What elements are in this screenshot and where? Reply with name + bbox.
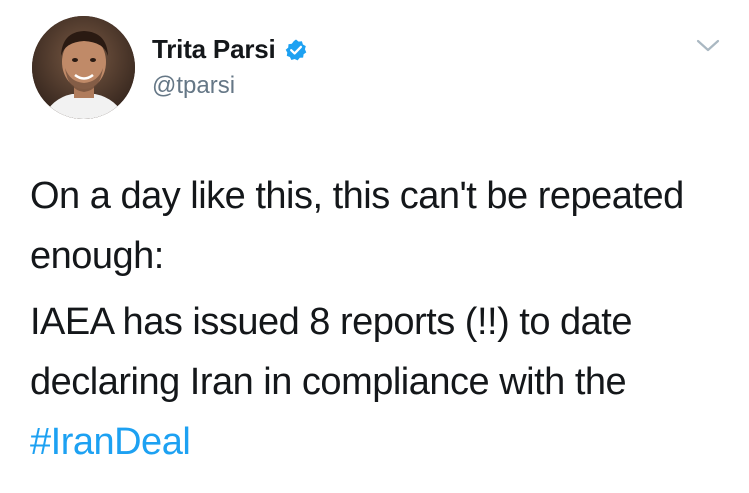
user-handle[interactable]: @tparsi [152, 72, 235, 100]
display-name[interactable]: Trita Parsi [152, 34, 276, 65]
tweet-paragraph: On a day like this, this can't be repeat… [30, 175, 684, 277]
hashtag-link[interactable]: #IranDeal [30, 421, 191, 463]
avatar-photo [32, 16, 135, 119]
tweet-paragraph-text: IAEA has issued 8 reports (!!) to date d… [30, 301, 633, 403]
author-name-row: Trita Parsi [152, 34, 308, 65]
tweet-text: On a day like this, this can't be repeat… [30, 166, 730, 472]
avatar[interactable] [32, 16, 135, 119]
tweet-card: Trita Parsi @tparsi On a day like this, … [0, 0, 749, 493]
verified-badge-icon [284, 38, 308, 62]
chevron-down-icon[interactable] [694, 36, 722, 56]
tweet-paragraph: IAEA has issued 8 reports (!!) to date d… [30, 292, 730, 472]
